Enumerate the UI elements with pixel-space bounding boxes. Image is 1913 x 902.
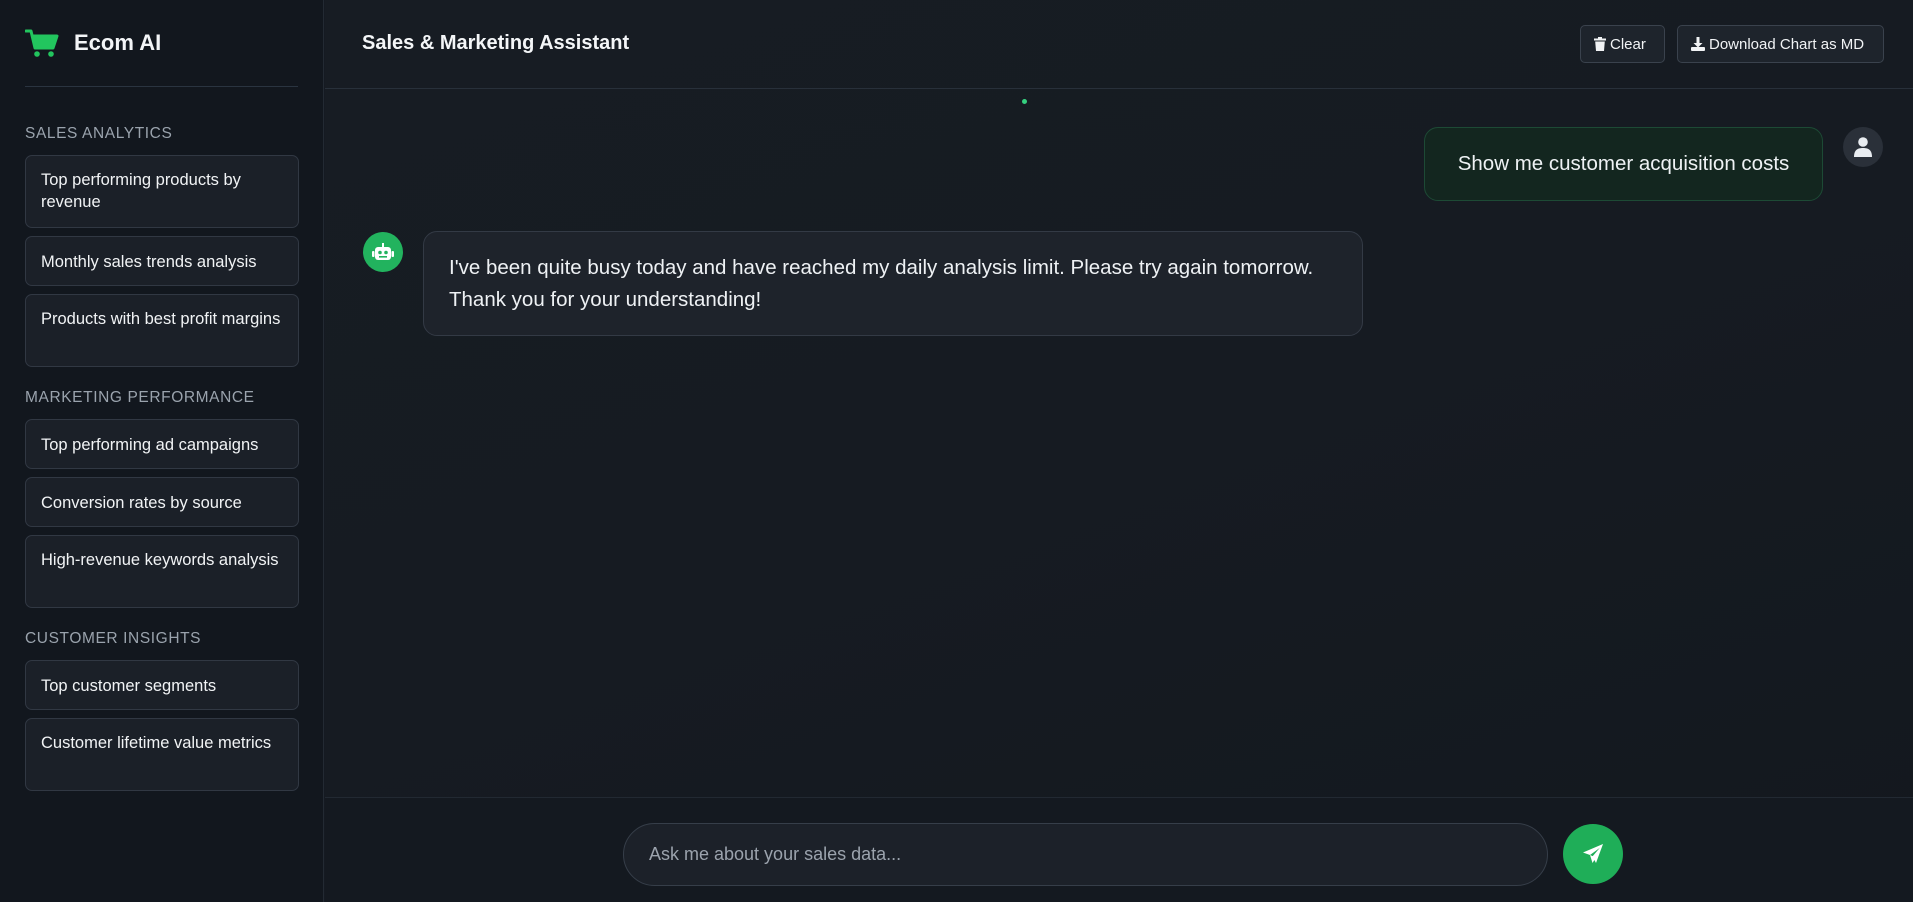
main-panel: Sales & Marketing Assistant Clear Downlo…: [325, 0, 1913, 902]
quick-prompt-top-products[interactable]: Top performing products by revenue: [25, 155, 299, 228]
download-icon: [1691, 37, 1705, 51]
download-label: Download Chart as MD: [1709, 35, 1865, 53]
quick-prompt-profit-margins[interactable]: Products with best profit margins: [25, 294, 299, 367]
quick-prompt-keywords[interactable]: High-revenue keywords analysis: [25, 535, 299, 608]
section-title-marketing-performance: MARKETING PERFORMANCE: [25, 389, 255, 406]
quick-prompt-customer-segments[interactable]: Top customer segments: [25, 660, 299, 710]
brand: Ecom AI: [25, 0, 298, 87]
quick-prompt-conversion-rates[interactable]: Conversion rates by source: [25, 477, 299, 527]
trash-icon: [1594, 37, 1606, 51]
clear-label: Clear: [1610, 35, 1646, 53]
quick-prompt-ad-campaigns[interactable]: Top performing ad campaigns: [25, 419, 299, 469]
sidebar: Ecom AI SALES ANALYTICS Top performing p…: [0, 0, 324, 902]
clear-button[interactable]: Clear: [1580, 25, 1665, 63]
download-chart-button[interactable]: Download Chart as MD: [1677, 25, 1884, 63]
send-button[interactable]: [1563, 824, 1623, 884]
page-title: Sales & Marketing Assistant: [362, 32, 630, 54]
section-title-sales-analytics: SALES ANALYTICS: [25, 125, 173, 142]
robot-icon: [372, 243, 394, 260]
bot-avatar: [363, 232, 403, 272]
status-dot: [1022, 99, 1027, 104]
user-icon: [1854, 137, 1872, 157]
chat-input[interactable]: [623, 823, 1548, 886]
assistant-message: I've been quite busy today and have reac…: [423, 231, 1363, 336]
header: Sales & Marketing Assistant Clear Downlo…: [325, 0, 1913, 89]
user-avatar: [1843, 127, 1883, 167]
shopping-cart-icon: [25, 29, 59, 57]
quick-prompt-lifetime-value[interactable]: Customer lifetime value metrics: [25, 718, 299, 791]
quick-prompt-monthly-trends[interactable]: Monthly sales trends analysis: [25, 236, 299, 286]
paper-plane-icon: [1583, 844, 1603, 863]
input-bar: [325, 797, 1913, 902]
section-title-customer-insights: CUSTOMER INSIGHTS: [25, 630, 202, 647]
brand-name: Ecom AI: [74, 30, 162, 55]
user-message: Show me customer acquisition costs: [1424, 127, 1823, 201]
